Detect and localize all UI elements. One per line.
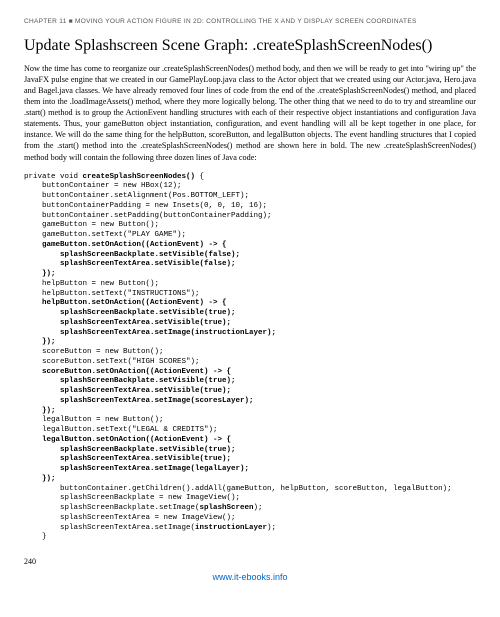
footer-link[interactable]: www.it-ebooks.info: [24, 572, 476, 582]
section-title: Update Splashscreen Scene Graph: .create…: [24, 37, 476, 55]
page-number: 240: [24, 557, 476, 566]
code-block: private void createSplashScreenNodes() {…: [24, 173, 476, 544]
chapter-header: CHAPTER 11 ■ MOVING YOUR ACTION FIGURE I…: [24, 18, 476, 25]
body-paragraph: Now the time has come to reorganize our …: [24, 63, 476, 163]
